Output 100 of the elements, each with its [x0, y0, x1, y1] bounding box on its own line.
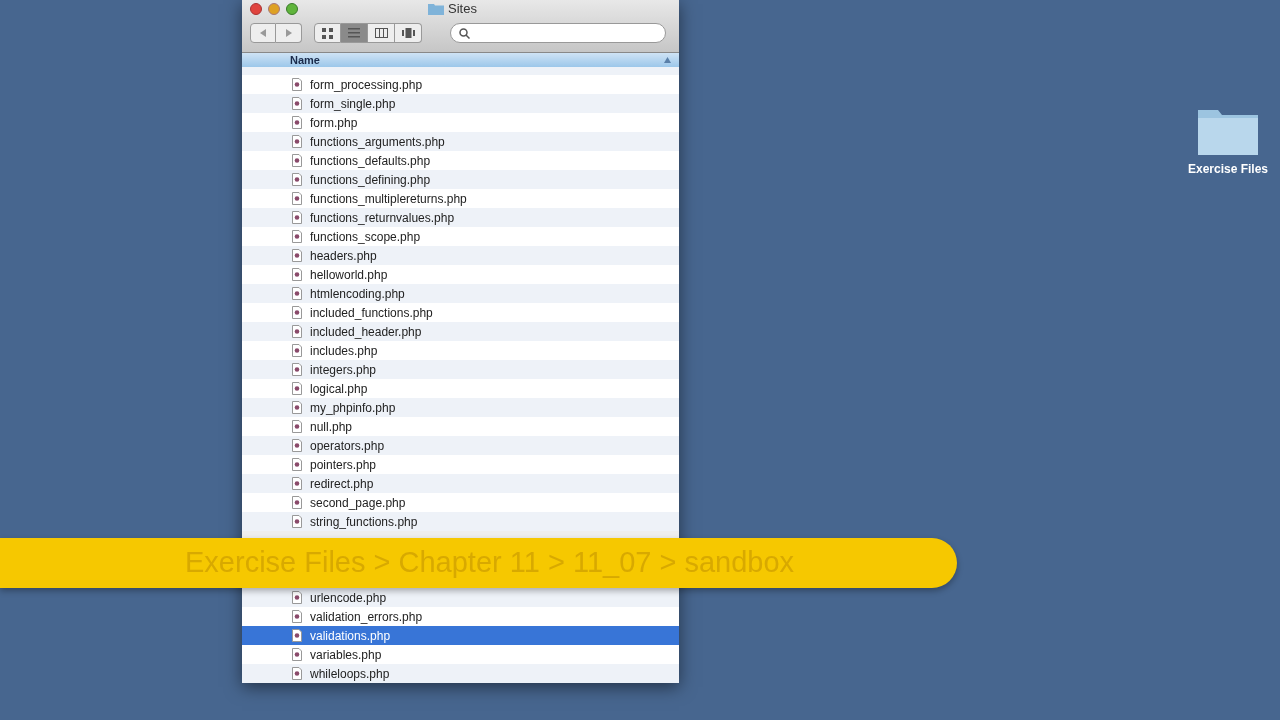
- php-file-icon: [292, 249, 302, 262]
- file-name: included_header.php: [310, 323, 422, 341]
- file-row[interactable]: variables.php: [242, 645, 679, 664]
- php-file-icon: [292, 420, 302, 433]
- file-name: pointers.php: [310, 456, 377, 474]
- search-field[interactable]: [450, 23, 666, 43]
- file-row[interactable]: headers.php: [242, 246, 679, 265]
- php-file-icon: [292, 496, 302, 509]
- file-row[interactable]: includes.php: [242, 341, 679, 360]
- column-header[interactable]: Name: [242, 52, 679, 67]
- file-name: variables.php: [310, 646, 382, 664]
- php-file-icon: [292, 192, 302, 205]
- php-file-icon: [292, 268, 302, 281]
- sort-arrow-icon: [664, 57, 671, 63]
- php-file-icon: [292, 648, 302, 661]
- file-name: headers.php: [310, 247, 377, 265]
- file-row[interactable]: functions_defining.php: [242, 170, 679, 189]
- php-file-icon: [292, 97, 302, 110]
- view-button[interactable]: [314, 23, 341, 43]
- php-file-icon: [292, 382, 302, 395]
- php-file-icon: [292, 287, 302, 300]
- back-button[interactable]: [250, 23, 276, 43]
- php-file-icon: [292, 439, 302, 452]
- window-title: Sites: [448, 0, 477, 19]
- file-name: integers.php: [310, 361, 377, 379]
- file-name: functions_returnvalues.php: [310, 209, 455, 227]
- view-button[interactable]: [368, 23, 395, 43]
- php-file-icon: [292, 154, 302, 167]
- file-name: includes.php: [310, 342, 378, 360]
- file-row[interactable]: urlencode.php: [242, 588, 679, 607]
- file-row[interactable]: whileloops.php: [242, 664, 679, 683]
- file-row[interactable]: second_page.php: [242, 493, 679, 512]
- file-row[interactable]: functions_returnvalues.php: [242, 208, 679, 227]
- forward-button[interactable]: [276, 23, 302, 43]
- file-name: validation_errors.php: [310, 608, 423, 626]
- file-name: operators.php: [310, 437, 385, 455]
- file-row[interactable]: functions_arguments.php: [242, 132, 679, 151]
- file-name: functions_defining.php: [310, 171, 431, 189]
- file-row[interactable]: functions_scope.php: [242, 227, 679, 246]
- close-button[interactable]: [250, 3, 262, 15]
- file-name: form_processing.php: [310, 76, 423, 94]
- desktop-folder-label: Exercise Files: [1187, 161, 1269, 178]
- php-file-icon: [292, 629, 302, 642]
- file-row[interactable]: redirect.php: [242, 474, 679, 493]
- column-header-label: Name: [290, 52, 321, 68]
- list-icon: [348, 28, 360, 38]
- file-row[interactable]: validations.php: [242, 626, 679, 645]
- php-file-icon: [292, 610, 302, 623]
- back-arrow-icon: [260, 29, 266, 37]
- view-button[interactable]: [395, 23, 422, 43]
- file-row[interactable]: functions_multiplereturns.php: [242, 189, 679, 208]
- file-row[interactable]: my_phpinfo.php: [242, 398, 679, 417]
- file-row[interactable]: logical.php: [242, 379, 679, 398]
- php-file-icon: [292, 78, 302, 91]
- file-row[interactable]: operators.php: [242, 436, 679, 455]
- file-row[interactable]: integers.php: [242, 360, 679, 379]
- file-name: included_functions.php: [310, 304, 433, 322]
- file-row[interactable]: form_processing.php: [242, 75, 679, 94]
- file-name: functions_scope.php: [310, 228, 421, 246]
- php-file-icon: [292, 325, 302, 338]
- file-row[interactable]: validation_errors.php: [242, 607, 679, 626]
- file-row[interactable]: string_functions.php: [242, 512, 679, 531]
- php-file-icon: [292, 211, 302, 224]
- file-row[interactable]: pointers.php: [242, 455, 679, 474]
- file-row[interactable]: helloworld.php: [242, 265, 679, 284]
- file-name: redirect.php: [310, 475, 374, 493]
- file-row[interactable]: form_single.php: [242, 94, 679, 113]
- file-name: htmlencoding.php: [310, 285, 405, 303]
- forward-arrow-icon: [285, 29, 292, 37]
- zoom-button[interactable]: [286, 3, 298, 15]
- php-file-icon: [292, 306, 302, 319]
- file-name: form.php: [310, 114, 358, 132]
- php-file-icon: [292, 116, 302, 129]
- php-file-icon: [292, 591, 302, 604]
- php-file-icon: [292, 458, 302, 471]
- php-file-icon: [292, 515, 302, 528]
- php-file-icon: [292, 363, 302, 376]
- php-file-icon: [292, 344, 302, 357]
- file-row[interactable]: form.php: [242, 113, 679, 132]
- file-name: second_page.php: [310, 494, 406, 512]
- php-file-icon: [292, 667, 302, 680]
- file-name: whileloops.php: [310, 665, 390, 683]
- file-row[interactable]: null.php: [242, 417, 679, 436]
- coverflow-icon: [401, 28, 415, 38]
- desktop-folder[interactable]: Exercise Files: [1182, 106, 1274, 683]
- file-row[interactable]: included_header.php: [242, 322, 679, 341]
- file-name: functions_arguments.php: [310, 133, 445, 151]
- php-file-icon: [292, 173, 302, 186]
- view-button[interactable]: [341, 23, 368, 43]
- grid-icon: [322, 27, 333, 39]
- file-name: form_single.php: [310, 95, 396, 113]
- minimize-button[interactable]: [268, 3, 280, 15]
- file-name: null.php: [310, 418, 353, 436]
- file-row[interactable]: functions_defaults.php: [242, 151, 679, 170]
- file-row[interactable]: htmlencoding.php: [242, 284, 679, 303]
- file-row[interactable]: included_functions.php: [242, 303, 679, 322]
- file-name: logical.php: [310, 380, 368, 398]
- file-name: string_functions.php: [310, 513, 418, 531]
- file-name: helloworld.php: [310, 266, 388, 284]
- php-file-icon: [292, 477, 302, 490]
